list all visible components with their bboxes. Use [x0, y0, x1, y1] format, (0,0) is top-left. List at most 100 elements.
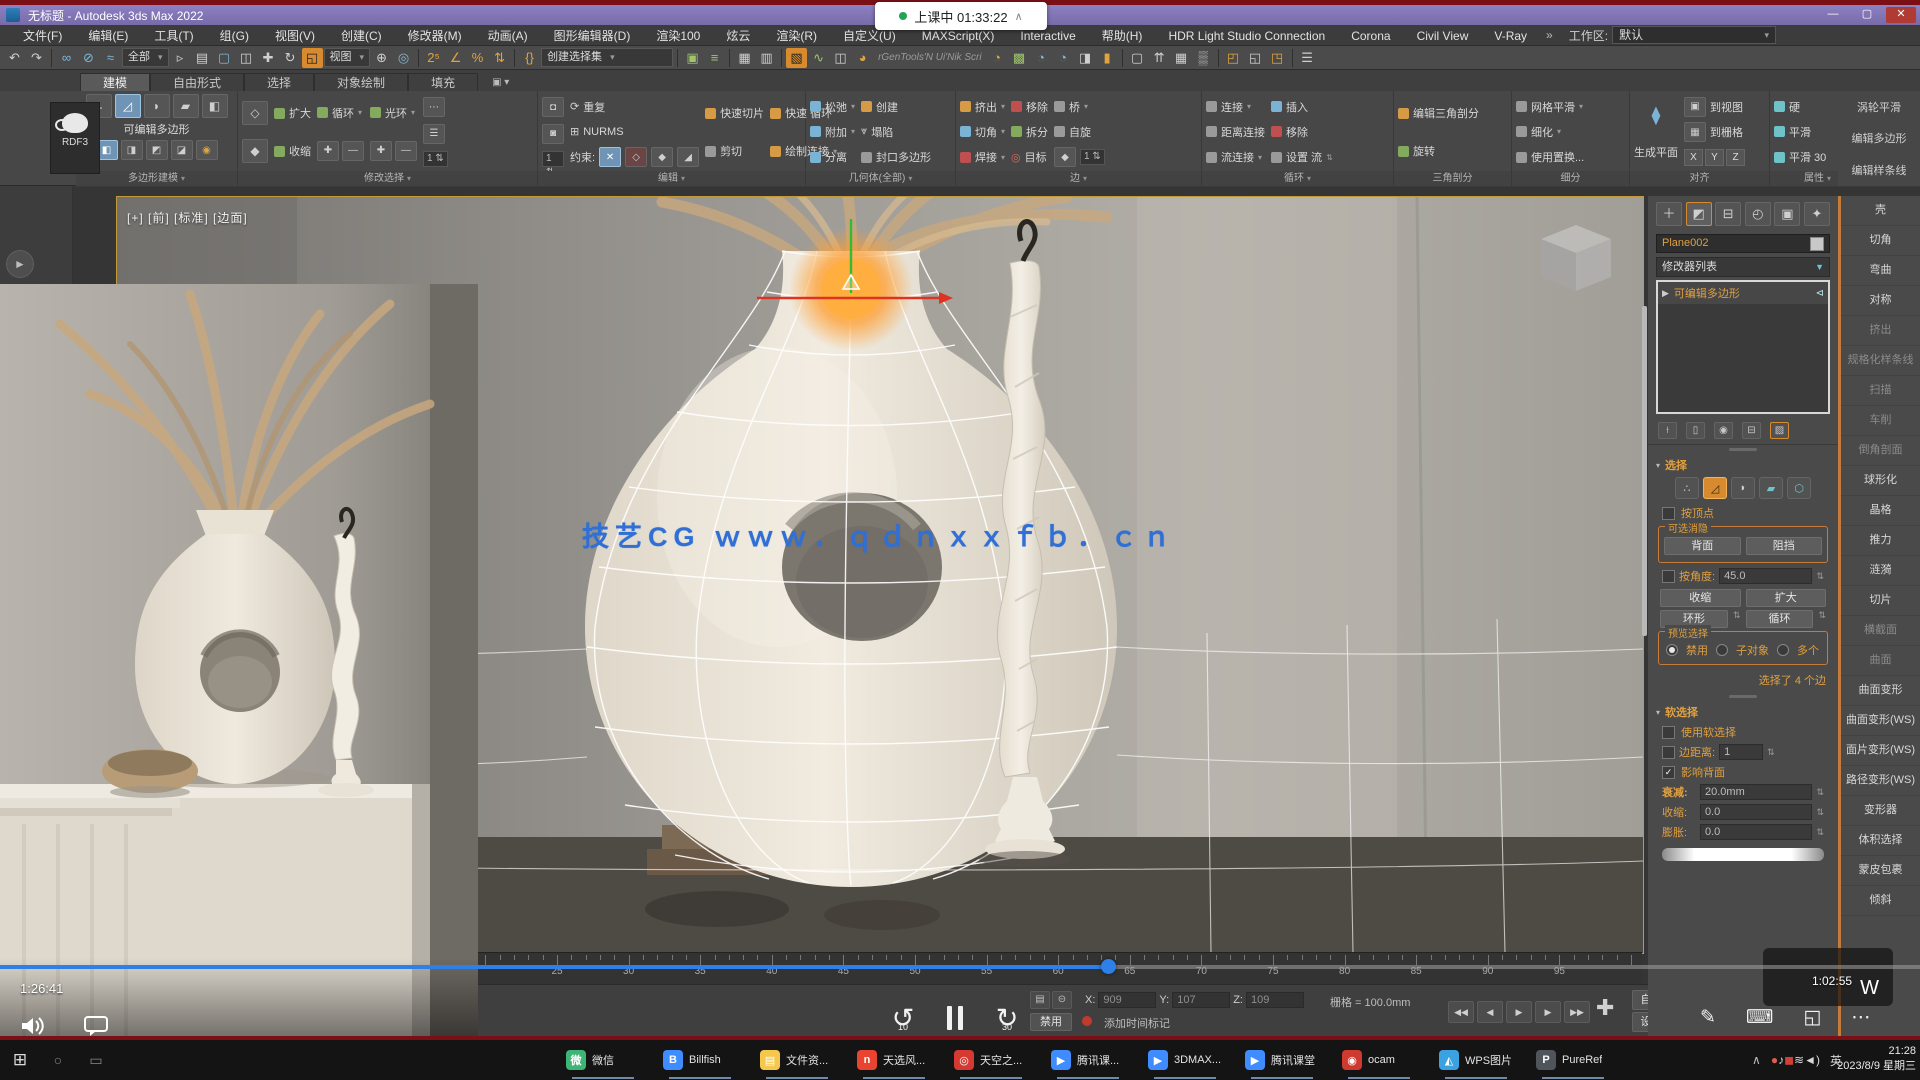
- tray-icon[interactable]: ◄): [1804, 1053, 1820, 1067]
- loop-button[interactable]: 循环: [1746, 610, 1814, 628]
- collapse-button[interactable]: ⩔塌陷: [861, 123, 931, 141]
- player-progress-bar[interactable]: [0, 965, 1920, 969]
- edit-spinner[interactable]: 1 ⇅: [542, 151, 564, 167]
- element-mode-icon[interactable]: ⬡: [1787, 477, 1811, 499]
- taskbar-app[interactable]: ▶ 腾讯课...: [1043, 1040, 1140, 1080]
- align-to-view-button[interactable]: ▣到视图: [1684, 98, 1745, 116]
- snaps-toggle-icon[interactable]: 2⁵: [423, 48, 444, 68]
- tray-expand-icon[interactable]: ∧: [1752, 1053, 1761, 1067]
- taskbar-app[interactable]: ▶ 3DMAX...: [1140, 1040, 1237, 1080]
- make-unique-tool-icon[interactable]: ◉: [1714, 422, 1733, 439]
- pause-button[interactable]: [944, 1006, 966, 1030]
- nurms-button[interactable]: ⊞NURMS: [570, 123, 699, 141]
- constraint-none-icon[interactable]: ✕: [599, 147, 621, 167]
- menu-item[interactable]: HDR Light Studio Connection: [1155, 29, 1338, 43]
- quick-modifier-button[interactable]: 挤出: [1841, 316, 1920, 346]
- shrink-button[interactable]: 收缩: [274, 142, 311, 160]
- split-button[interactable]: 拆分: [1011, 123, 1048, 141]
- preview-multi-radio[interactable]: [1777, 644, 1789, 656]
- use-pivot-point-center-icon[interactable]: ⊕: [371, 48, 392, 68]
- selection-spinner[interactable]: 1 ⇅: [423, 151, 448, 167]
- chat-icon[interactable]: [84, 1016, 108, 1036]
- menu-overflow-icon[interactable]: »: [1540, 28, 1559, 42]
- show-end-result-tool-icon[interactable]: ▯: [1686, 422, 1705, 439]
- constraint-face-icon[interactable]: ◆: [651, 147, 673, 167]
- preserve-uvs-icon[interactable]: ◘: [542, 97, 564, 117]
- create-button[interactable]: 创建: [861, 98, 931, 116]
- right-stack-item[interactable]: 编辑样条线: [1838, 162, 1920, 178]
- quick-modifier-button[interactable]: 路径变形(WS): [1841, 766, 1920, 796]
- window-crossing-icon[interactable]: ◫: [236, 48, 257, 68]
- next-modifier-icon[interactable]: ◩: [146, 140, 168, 160]
- shrink-button[interactable]: 收缩: [1660, 589, 1741, 607]
- quick-modifier-button[interactable]: 涟漪: [1841, 556, 1920, 586]
- edge-mode-icon[interactable]: ◿: [1703, 477, 1727, 499]
- loop-dropdown[interactable]: 循环▾: [317, 104, 364, 122]
- go-to-start-button[interactable]: ◀◀: [1448, 1001, 1474, 1023]
- grid-tool-icon[interactable]: ▦: [1171, 48, 1192, 68]
- hard-edge-button[interactable]: 硬: [1774, 98, 1826, 116]
- tray-icon[interactable]: ≋: [1794, 1053, 1804, 1067]
- state-sets-icon[interactable]: ◨: [1075, 48, 1096, 68]
- isolate-cube-2-icon[interactable]: ◱: [1245, 48, 1266, 68]
- preview-subobj-radio[interactable]: [1716, 644, 1728, 656]
- collapse-stack-icon[interactable]: ◉: [196, 140, 218, 160]
- relax-button[interactable]: 松弛▾: [810, 98, 855, 116]
- menu-item[interactable]: MAXScript(X): [909, 29, 1008, 43]
- attach-button[interactable]: 附加▾: [810, 123, 855, 141]
- utilities-tab-icon[interactable]: ✦: [1804, 202, 1830, 226]
- cap-poly-button[interactable]: 封口多边形: [861, 148, 931, 166]
- menu-item[interactable]: 帮助(H): [1089, 29, 1156, 43]
- set-flow-button[interactable]: 设置 流⇅: [1271, 148, 1333, 166]
- next-frame-button[interactable]: ▶: [1535, 1001, 1561, 1023]
- edge-distance-row[interactable]: 边距离: 1⇅: [1648, 742, 1838, 762]
- remove-loop-button[interactable]: 移除: [1271, 123, 1333, 141]
- time-tag-label[interactable]: 添加时间标记: [1104, 1015, 1170, 1031]
- volume-icon[interactable]: [22, 1016, 46, 1036]
- coordinate-display[interactable]: X:909 Y:107 Z:109: [1085, 992, 1304, 1008]
- quick-modifier-button[interactable]: 扫描: [1841, 376, 1920, 406]
- quick-modifier-button[interactable]: 车削: [1841, 406, 1920, 436]
- remove-button[interactable]: 移除: [1011, 98, 1048, 116]
- menu-item[interactable]: Corona: [1338, 29, 1403, 43]
- chamfer-button[interactable]: 切角▾: [960, 123, 1005, 141]
- panel-splitter[interactable]: [1648, 445, 1838, 453]
- taskbar-app[interactable]: B Billfish: [655, 1040, 752, 1080]
- preview-off-radio[interactable]: [1666, 644, 1678, 656]
- menu-item[interactable]: 工具(T): [141, 29, 206, 43]
- annotate-pencil-icon[interactable]: ✎: [1700, 1006, 1716, 1029]
- menu-item[interactable]: 组(G): [207, 29, 262, 43]
- menu-item[interactable]: Interactive: [1007, 29, 1088, 43]
- start-button[interactable]: ⊞: [8, 1048, 32, 1072]
- polygon-subobject-icon[interactable]: ▰: [173, 94, 199, 118]
- grow-button[interactable]: 扩大: [274, 104, 311, 122]
- toggle-layer-explorer-icon[interactable]: ▥: [756, 48, 777, 68]
- weld-button[interactable]: 焊接▾: [960, 148, 1005, 166]
- viewport-label[interactable]: [+] [前] [标准] [边面]: [127, 209, 248, 226]
- redo-icon[interactable]: ↷: [26, 48, 47, 68]
- task-view-icon[interactable]: ▭: [84, 1048, 108, 1072]
- ring-shrink-icon[interactable]: —: [395, 141, 417, 161]
- dot-loop-icon[interactable]: ⋯: [423, 97, 445, 117]
- constraint-normal-icon[interactable]: ◢: [677, 147, 699, 167]
- select-by-name-icon[interactable]: ▤: [192, 48, 213, 68]
- previous-modifier-icon[interactable]: ◪: [171, 140, 193, 160]
- menu-item[interactable]: 渲染(R): [763, 29, 830, 43]
- mesh-smooth-button[interactable]: 网格平滑▾: [1516, 98, 1584, 116]
- material-editor-icon[interactable]: ◕: [852, 48, 873, 68]
- go-to-end-button[interactable]: ▶▶: [1564, 1001, 1590, 1023]
- selection-rollout-header[interactable]: ▾选择: [1648, 453, 1838, 475]
- edge-subobject-icon[interactable]: ◿: [115, 94, 141, 118]
- undo-icon[interactable]: ↶: [4, 48, 25, 68]
- quick-modifier-button[interactable]: 体积选择: [1841, 826, 1920, 856]
- unlink-selection-icon[interactable]: ⊘: [78, 48, 99, 68]
- menu-item[interactable]: V-Ray: [1481, 29, 1540, 43]
- object-color-swatch[interactable]: [1810, 237, 1824, 251]
- make-planar-button[interactable]: 生成平面: [1634, 147, 1678, 159]
- shrink-window-icon[interactable]: ◱: [1803, 1006, 1821, 1029]
- edit-named-selection-sets-icon[interactable]: {}: [519, 48, 540, 68]
- select-dock-icon[interactable]: ►: [6, 250, 34, 278]
- menu-item[interactable]: 编辑(E): [75, 29, 141, 43]
- spinner-snap-icon[interactable]: ⇅: [489, 48, 510, 68]
- gradient-tool-icon[interactable]: ▒: [1193, 48, 1214, 68]
